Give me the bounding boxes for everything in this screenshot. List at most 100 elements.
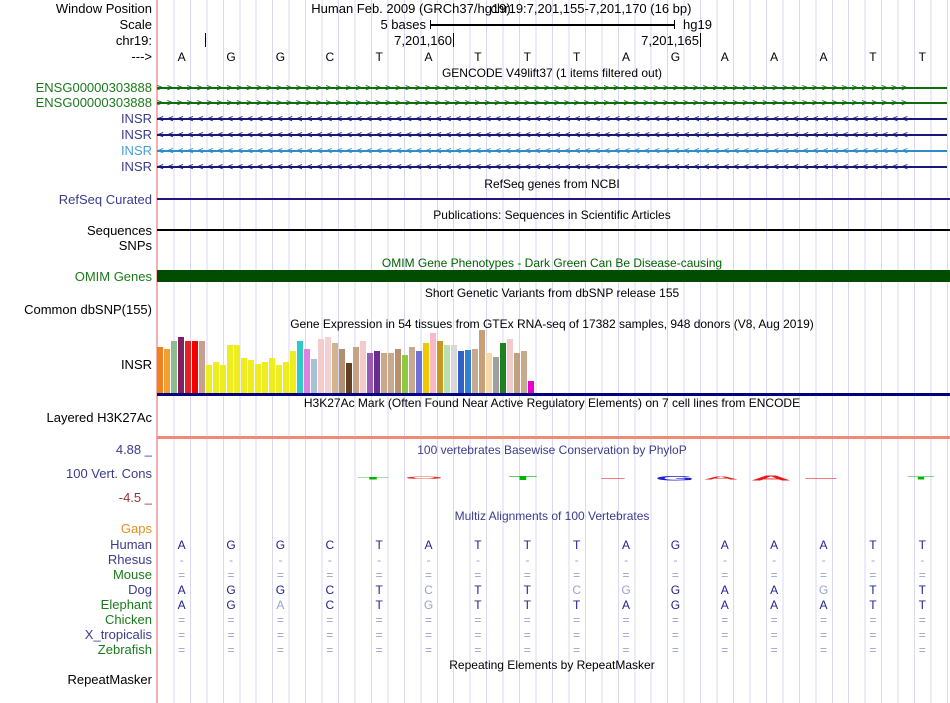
gtex-bar [430, 333, 436, 393]
multiz-cell: - [722, 552, 727, 567]
multiz-cell: - [772, 552, 777, 567]
multiz-cell: = [770, 612, 778, 627]
multiz-cell: = [227, 612, 235, 627]
track-title-refseq: RefSeq genes from NCBI [484, 177, 620, 191]
multiz-cell: = [375, 627, 383, 642]
base-letter: A [424, 50, 433, 64]
conservation-glyph: O [404, 476, 444, 480]
multiz-species-label: Mouse [112, 566, 152, 582]
multiz-cell: T [869, 538, 877, 552]
multiz-cell: = [622, 612, 630, 627]
multiz-cell: T [375, 538, 383, 552]
base-letter: G [670, 50, 681, 64]
gtex-bar [192, 341, 198, 393]
multiz-cell: = [375, 567, 383, 582]
multiz-species-label: X_tropicalis [84, 626, 152, 642]
snps-label: SNPs [118, 238, 152, 253]
multiz-cell: = [671, 642, 679, 657]
multiz-species-label: Zebrafish [97, 641, 152, 657]
gene-row-strand-arrows: <<<<<<<<<<<<<<<<<<<<<<<<<<<<<<<<<<<<<<<<… [157, 113, 912, 125]
track-title-dbsnp: Short Genetic Variants from dbSNP releas… [424, 286, 680, 300]
scale-value: 5 bases [380, 17, 426, 32]
gtex-bar [353, 347, 359, 393]
gtex-bar [185, 341, 191, 393]
gene-row-strand-arrows: >>>>>>>>>>>>>>>>>>>>>>>>>>>>>>>>>>>>>>>>… [157, 82, 912, 94]
multiz-cell: = [671, 612, 679, 627]
gtex-bar [255, 364, 261, 393]
gtex-bar [283, 362, 289, 393]
multiz-cell: G [621, 582, 631, 597]
repeatmasker-label: RepeatMasker [67, 672, 152, 687]
multiz-cell: T [869, 582, 877, 597]
multiz-cell: - [920, 552, 925, 567]
refseq-curated-track[interactable] [157, 198, 950, 200]
window-coordinates: chr19:7,201,155-7,201,170 (16 bp) [490, 1, 692, 16]
multiz-cell: T [573, 538, 581, 552]
gtex-bar [234, 345, 240, 393]
multiz-cell: = [326, 642, 334, 657]
multiz-cell: = [425, 627, 433, 642]
multiz-cell: A [177, 582, 186, 597]
multiz-cell: T [474, 597, 482, 612]
gtex-bar [367, 353, 373, 393]
multiz-cell: C [325, 582, 335, 597]
multiz-cell: = [276, 642, 284, 657]
common-dbsnp-label: Common dbSNP(155) [24, 302, 152, 317]
multiz-cell: = [721, 627, 729, 642]
multiz-cell: = [326, 612, 334, 627]
ruler-tick-label: 7,201,165 [641, 33, 699, 48]
ruler-minor-tick [205, 33, 206, 47]
multiz-cell: A [720, 597, 729, 612]
multiz-cell: G [226, 597, 236, 612]
multiz-cell: A [770, 582, 779, 597]
ruler-tick [453, 33, 454, 47]
multiz-cell: = [573, 567, 581, 582]
sequences-track[interactable] [157, 229, 950, 231]
multiz-cell: = [474, 567, 482, 582]
multiz-cell: G [423, 597, 434, 612]
multiz-cell: = [820, 642, 828, 657]
multiz-cell: = [820, 567, 828, 582]
multiz-cell: - [229, 552, 234, 567]
base-letter: T [523, 50, 531, 64]
gtex-bar [444, 345, 450, 393]
multiz-species-label: Dog [128, 581, 152, 597]
track-title-repeatmasker: Repeating Elements by RepeatMasker [449, 658, 655, 672]
gtex-bar [500, 343, 506, 393]
multiz-cell: = [770, 567, 778, 582]
gtex-bar [437, 341, 443, 393]
conservation-min-label: -4.5 _ [118, 490, 152, 505]
multiz-cell: A [622, 538, 631, 552]
gtex-bar [514, 353, 520, 393]
base-letter: G [226, 50, 236, 64]
scale-bar-right-tick [674, 20, 675, 29]
multiz-cell: A [177, 538, 186, 552]
gtex-bar [332, 343, 338, 393]
gtex-gene-label: INSR [120, 357, 152, 372]
multiz-cell: = [425, 642, 433, 657]
multiz-cell: = [622, 642, 630, 657]
multiz-cell: = [770, 642, 778, 657]
omim-gene-bar[interactable] [157, 270, 950, 282]
track-title-gencode: GENCODE V49lift37 (1 items filtered out) [441, 66, 663, 80]
conservation-glyph: T [907, 475, 935, 481]
base-letter: T [375, 50, 383, 64]
multiz-cell: G [818, 582, 829, 597]
multiz-cell: = [622, 567, 630, 582]
conservation-glyph: — [805, 474, 837, 482]
gtex-bar [423, 343, 429, 393]
multiz-cell: = [276, 627, 284, 642]
multiz-cell: A [770, 538, 779, 552]
multiz-cell: C [424, 582, 433, 597]
multiz-cell: = [869, 642, 877, 657]
multiz-cell: = [474, 612, 482, 627]
multiz-cell: - [278, 552, 283, 567]
gtex-bar [241, 358, 247, 393]
h3k27ac-track[interactable] [157, 436, 950, 439]
base-letter: A [177, 50, 186, 64]
multiz-species-label: Chicken [105, 611, 152, 627]
multiz-cell: = [869, 567, 877, 582]
multiz-cell: = [622, 627, 630, 642]
multiz-cell: T [375, 597, 383, 612]
multiz-cell: A [720, 582, 729, 597]
